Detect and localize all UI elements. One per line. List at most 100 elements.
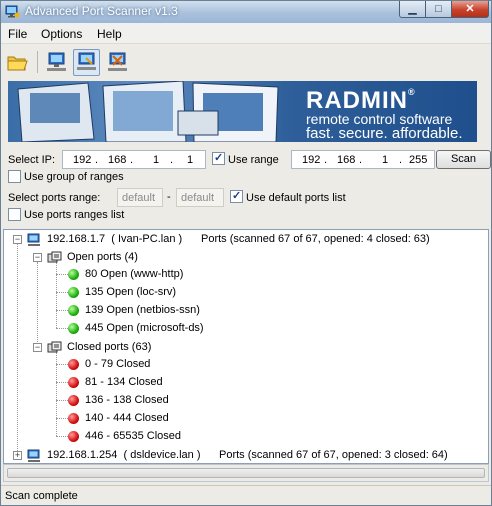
scan-network-button[interactable]: [73, 49, 100, 76]
port-to-value: default: [181, 192, 215, 204]
closed-port-item[interactable]: 140 - 444 Closed: [85, 412, 169, 424]
network-scan-icon: [77, 52, 96, 70]
host1-summary: Ports (scanned 67 of 67, opened: 4 close…: [201, 233, 430, 245]
folder-open-icon: [7, 56, 28, 71]
ports-range-label: Select ports range:: [8, 192, 101, 204]
computer-icon: [27, 449, 40, 462]
menu-bar: File Options Help: [1, 23, 491, 43]
use-range-label: Use range: [228, 154, 279, 166]
tree-line: [56, 292, 68, 293]
port-range-separator: -: [167, 191, 171, 203]
tree-line: [56, 328, 68, 329]
host1-row[interactable]: 192.168.1.7 ( Ivan-PC.lan ): [47, 233, 182, 245]
menu-help[interactable]: Help: [97, 27, 122, 41]
open-button[interactable]: [4, 49, 31, 76]
computer-button[interactable]: [43, 49, 70, 76]
open-status-icon: [68, 323, 79, 334]
title-bar[interactable]: Advanced Port Scanner v1.3 ▁ □ ✕: [1, 1, 491, 23]
ip-start-octet-2: 168: [108, 154, 127, 166]
host1-expander[interactable]: −: [13, 235, 22, 244]
port-from-field[interactable]: default: [117, 188, 163, 207]
banner-brand-text: RADMIN: [306, 87, 408, 114]
network-stop-icon: [108, 52, 127, 71]
closed-status-icon: [68, 431, 79, 442]
tree-line: [56, 274, 68, 275]
status-bar: Scan complete: [1, 485, 491, 505]
ip-start-octet-4: 1: [187, 154, 194, 166]
status-text: Scan complete: [5, 490, 78, 502]
closed-status-icon: [68, 359, 79, 370]
closed-ports-expander[interactable]: −: [33, 343, 42, 352]
results-tree[interactable]: − 192.168.1.7 ( Ivan-PC.lan ) Ports (sca…: [3, 229, 489, 464]
tree-line: [56, 418, 68, 419]
use-ports-ranges-label: Use ports ranges list: [24, 209, 125, 221]
menu-file[interactable]: File: [8, 27, 27, 41]
computer-icon: [27, 233, 40, 246]
use-range-checkbox[interactable]: [212, 151, 225, 165]
menu-options[interactable]: Options: [41, 27, 82, 41]
screenshots-graphic: [17, 81, 279, 142]
minimize-button[interactable]: ▁: [399, 1, 426, 18]
tree-line: [56, 262, 57, 328]
radmin-banner[interactable]: RADMIN® remote control software fast. se…: [8, 81, 477, 142]
host2-name: ( dsldevice.lan ): [123, 449, 201, 461]
host2-summary: Ports (scanned 67 of 67, opened: 3 close…: [219, 449, 448, 461]
ip-end-octet-3: 1: [382, 154, 389, 166]
app-icon: [5, 5, 20, 18]
use-group-label: Use group of ranges: [24, 171, 124, 183]
open-status-icon: [68, 287, 79, 298]
closed-port-item[interactable]: 81 - 134 Closed: [85, 376, 163, 388]
open-port-item[interactable]: 80 Open (www-http): [85, 268, 183, 280]
banner-slogan: fast. secure. affordable.: [306, 125, 463, 142]
tree-line: [37, 262, 38, 350]
horizontal-scrollbar[interactable]: [3, 464, 489, 482]
closed-ports-group[interactable]: Closed ports (63): [67, 341, 151, 353]
closed-status-icon: [68, 377, 79, 388]
use-default-ports-checkbox[interactable]: [230, 189, 243, 203]
open-status-icon: [68, 305, 79, 316]
host2-row[interactable]: 192.168.1.254 ( dsldevice.lan ): [47, 449, 201, 461]
closed-status-icon: [68, 395, 79, 406]
host2-expander[interactable]: +: [13, 451, 22, 460]
port-from-value: default: [122, 192, 156, 204]
ports-group-icon: [47, 251, 62, 263]
tree-line: [56, 382, 68, 383]
open-port-item[interactable]: 139 Open (netbios-ssn): [85, 304, 200, 316]
open-status-icon: [68, 269, 79, 280]
tree-line: [56, 400, 68, 401]
open-port-item[interactable]: 445 Open (microsoft-ds): [85, 322, 204, 334]
closed-port-item[interactable]: 446 - 65535 Closed: [85, 430, 181, 442]
ip-start-field[interactable]: 192 . 168 . 1 . 1: [62, 150, 206, 169]
close-button[interactable]: ✕: [452, 1, 489, 18]
use-ports-ranges-checkbox[interactable]: [8, 208, 21, 221]
host1-name: ( Ivan-PC.lan ): [111, 233, 183, 245]
closed-port-item[interactable]: 136 - 138 Closed: [85, 394, 169, 406]
ip-end-octet-4: 255: [409, 154, 428, 166]
select-ip-label: Select IP:: [8, 154, 56, 166]
registered-mark: ®: [408, 87, 416, 97]
open-ports-group[interactable]: Open ports (4): [67, 251, 138, 263]
stop-scan-button[interactable]: [104, 49, 131, 76]
tree-line: [56, 364, 68, 365]
closed-status-icon: [68, 413, 79, 424]
ip-end-octet-2: 168: [337, 154, 356, 166]
ip-end-field[interactable]: 192 . 168 . 1 . 255: [291, 150, 435, 169]
app-window: Advanced Port Scanner v1.3 ▁ □ ✕ File Op…: [0, 0, 492, 506]
tree-line: [56, 310, 68, 311]
tree-line: [17, 243, 18, 453]
host1-ip: 192.168.1.7: [47, 233, 106, 245]
open-ports-expander[interactable]: −: [33, 253, 42, 262]
closed-port-item[interactable]: 0 - 79 Closed: [85, 358, 150, 370]
scan-button[interactable]: Scan: [436, 150, 491, 169]
port-to-field[interactable]: default: [176, 188, 224, 207]
toolbar-separator: [37, 51, 38, 73]
scrollbar-thumb[interactable]: [7, 468, 485, 478]
ip-start-octet-1: 192: [73, 154, 92, 166]
host2-ip: 192.168.1.254: [47, 449, 118, 461]
open-port-item[interactable]: 135 Open (loc-srv): [85, 286, 176, 298]
use-group-checkbox[interactable]: [8, 170, 21, 183]
ip-start-octet-3: 1: [153, 154, 160, 166]
toolbar: [1, 43, 491, 79]
network-computer-icon: [47, 52, 66, 71]
maximize-button[interactable]: □: [426, 1, 452, 18]
